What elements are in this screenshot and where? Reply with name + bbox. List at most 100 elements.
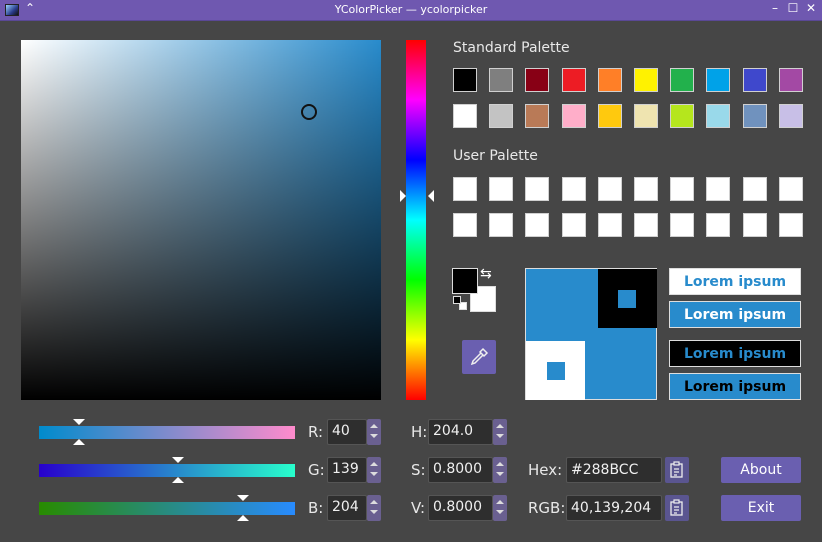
standard-swatch[interactable] [706,104,731,128]
red-slider-handle-bottom[interactable] [73,439,85,445]
close-icon[interactable]: ✕ [804,1,818,15]
standard-swatch[interactable] [489,68,514,92]
user-swatch[interactable] [597,213,622,237]
standard-swatch[interactable] [706,68,731,92]
hue-label: H: [411,423,428,441]
user-swatch[interactable] [525,177,550,201]
saturation-input[interactable]: 0.8000 [428,457,493,483]
standard-swatch[interactable] [453,104,477,128]
rgb-text-label: RGB: [528,499,566,517]
sv-cursor[interactable] [301,104,317,120]
eyedropper-button[interactable] [462,340,496,374]
standard-swatch[interactable] [778,104,803,128]
user-swatch[interactable] [597,177,622,201]
user-swatch[interactable] [489,177,514,201]
hue-spin-button[interactable] [493,419,507,445]
blue-spin-button[interactable] [367,495,381,521]
user-swatch[interactable] [706,177,731,201]
title-bar: ⌃ YColorPicker — ycolorpicker – ☐ ✕ [0,0,822,21]
user-swatch[interactable] [453,177,477,201]
swap-icon[interactable]: ⇆ [480,266,492,282]
copy-rgb-button[interactable] [665,495,689,521]
standard-swatch[interactable] [453,68,477,92]
user-swatch[interactable] [706,213,731,237]
saturation-label: S: [411,461,426,479]
saturation-value-picker[interactable] [21,40,381,400]
standard-swatch[interactable] [742,104,767,128]
user-swatch[interactable] [489,213,514,237]
hue-marker-right[interactable] [428,190,434,202]
standard-swatch[interactable] [778,68,803,92]
maximize-icon[interactable]: ☐ [786,1,800,15]
green-slider-handle-bottom[interactable] [172,477,184,483]
green-slider-handle-top[interactable] [172,457,184,463]
user-palette [453,177,803,237]
user-swatch[interactable] [670,213,695,237]
saturation-spin-button[interactable] [493,457,507,483]
preview-text-on-black: Lorem ipsum [669,340,801,367]
color-preview [525,268,657,400]
standard-swatch[interactable] [561,68,586,92]
user-swatch[interactable] [633,177,658,201]
user-swatch[interactable] [742,213,767,237]
rgb-text-input[interactable]: 40,139,204 [566,495,662,521]
hue-marker-left[interactable] [400,190,406,202]
copy-icon [670,461,683,478]
about-button[interactable]: About [721,457,801,483]
standard-swatch[interactable] [525,104,550,128]
blue-slider-handle-bottom[interactable] [237,515,249,521]
standard-swatch[interactable] [633,68,658,92]
user-swatch[interactable] [453,213,477,237]
user-swatch[interactable] [525,213,550,237]
hex-input[interactable]: #288BCC [566,457,662,483]
value-label: V: [411,499,426,517]
standard-swatch[interactable] [597,104,622,128]
red-slider-handle-top[interactable] [73,419,85,425]
green-spin-button[interactable] [367,457,381,483]
red-slider[interactable] [39,426,295,439]
standard-swatch[interactable] [633,104,658,128]
copy-hex-button[interactable] [665,457,689,483]
foreground-color[interactable] [452,268,478,294]
red-input[interactable]: 40 [327,419,367,445]
red-spin-button[interactable] [367,419,381,445]
user-palette-label: User Palette [453,148,538,164]
blue-input[interactable]: 204 [327,495,367,521]
blue-slider-handle-top[interactable] [237,495,249,501]
hex-label: Hex: [528,461,563,479]
blue-label: B: [308,499,324,517]
standard-swatch[interactable] [525,68,550,92]
blue-slider[interactable] [39,502,295,515]
user-swatch[interactable] [561,213,586,237]
user-swatch[interactable] [778,177,803,201]
standard-swatch[interactable] [742,68,767,92]
eyedropper-icon [470,347,489,366]
standard-swatch[interactable] [489,104,514,128]
user-swatch[interactable] [633,213,658,237]
green-slider[interactable] [39,464,295,477]
value-input[interactable]: 0.8000 [428,495,493,521]
standard-swatch[interactable] [561,104,586,128]
reset-colors-fg[interactable] [453,296,461,304]
preview-text-on-color: Lorem ipsum [669,301,801,328]
green-label: G: [308,461,325,479]
user-swatch[interactable] [561,177,586,201]
user-swatch[interactable] [778,213,803,237]
standard-swatch[interactable] [670,104,695,128]
standard-palette [453,68,803,128]
minimize-icon[interactable]: – [768,1,782,15]
red-label: R: [308,423,324,441]
hue-input[interactable]: 204.0 [428,419,493,445]
user-swatch[interactable] [742,177,767,201]
standard-swatch[interactable] [597,68,622,92]
copy-icon [670,499,683,516]
user-swatch[interactable] [670,177,695,201]
green-input[interactable]: 139 [327,457,367,483]
exit-button[interactable]: Exit [721,495,801,521]
value-spin-button[interactable] [493,495,507,521]
standard-swatch[interactable] [670,68,695,92]
hue-slider[interactable] [406,40,426,400]
window-title: YColorPicker — ycolorpicker [334,3,488,16]
standard-palette-label: Standard Palette [453,40,570,56]
preview-text-black-on-color: Lorem ipsum [669,373,801,400]
